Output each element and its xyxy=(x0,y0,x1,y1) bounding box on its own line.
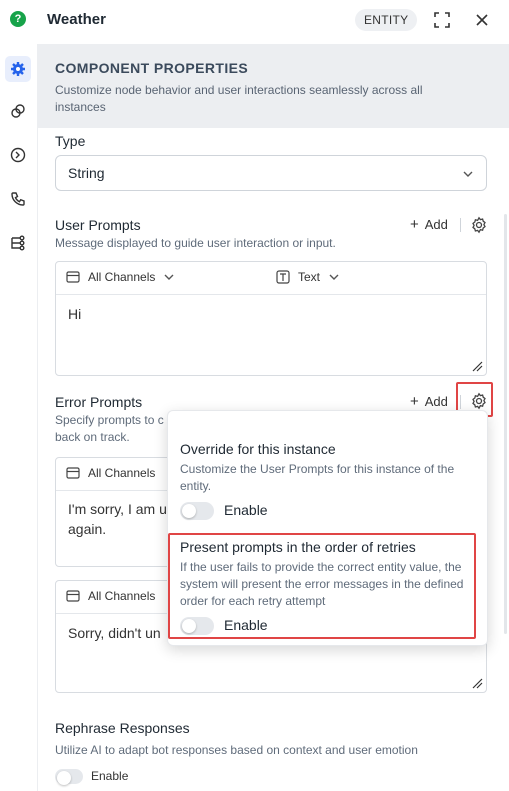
user-prompt-editor: All Channels Text Hi xyxy=(55,261,487,376)
prompt-settings-popover: Override for this instance Customize the… xyxy=(167,410,488,646)
banner-description: Customize node behavior and user interac… xyxy=(55,83,423,114)
logo-glyph: ? xyxy=(14,13,22,25)
rephrase-title: Rephrase Responses xyxy=(55,720,190,736)
user-prompts-add-button[interactable]: + Add xyxy=(410,216,448,233)
channel-label: All Channels xyxy=(88,270,156,284)
banner-title: COMPONENT PROPERTIES xyxy=(55,60,249,76)
text-format-icon xyxy=(276,270,290,284)
user-prompts-title: User Prompts xyxy=(55,217,141,233)
retry-order-highlight-box xyxy=(168,533,476,639)
panel-title: Weather xyxy=(47,11,106,28)
error-prompt-text-1-line1: I'm sorry, I am ur xyxy=(68,501,172,517)
type-select-value: String xyxy=(68,165,105,181)
error-prompts-title: Error Prompts xyxy=(55,394,143,410)
rail-item-connections[interactable] xyxy=(5,98,31,124)
gear-icon xyxy=(11,62,25,76)
prompt-toolbar: All Channels Text xyxy=(56,262,486,295)
resize-handle-icon[interactable] xyxy=(471,360,483,372)
channel-select[interactable]: All Channels xyxy=(66,589,155,603)
rephrase-enable-label: Enable xyxy=(91,769,129,783)
add-label: Add xyxy=(424,394,448,409)
rail-item-flows[interactable] xyxy=(5,230,31,256)
override-enable-label: Enable xyxy=(224,502,268,518)
card-icon xyxy=(66,590,80,602)
error-prompt-text-1-line2: again. xyxy=(68,521,107,537)
error-prompt-text-1[interactable]: I'm sorry, I am ur again. xyxy=(68,499,172,539)
error-prompts-description-line2: back on track. xyxy=(55,430,130,444)
override-description: Customize the User Prompts for this inst… xyxy=(180,462,455,493)
channel-label: All Channels xyxy=(88,589,156,603)
type-label: Type xyxy=(55,133,86,149)
history-icon xyxy=(10,147,26,163)
card-icon xyxy=(66,271,80,283)
channel-select[interactable]: All Channels xyxy=(66,466,155,480)
card-icon xyxy=(66,467,80,479)
chevron-down-icon xyxy=(164,274,174,280)
entity-badge: ENTITY xyxy=(355,9,418,31)
format-select[interactable]: Text xyxy=(276,270,340,284)
rail-item-history[interactable] xyxy=(5,142,31,168)
add-label: Add xyxy=(424,217,448,232)
chevron-down-icon xyxy=(329,274,339,280)
user-prompts-description: Message displayed to guide user interact… xyxy=(55,236,336,250)
close-icon[interactable] xyxy=(472,10,492,30)
override-title: Override for this instance xyxy=(180,441,336,457)
rail-item-settings[interactable] xyxy=(5,56,31,82)
app-logo: ? xyxy=(10,11,26,27)
expand-icon[interactable] xyxy=(432,10,452,30)
channel-select[interactable]: All Channels xyxy=(66,270,175,284)
channel-label: All Channels xyxy=(88,466,156,480)
left-rail xyxy=(0,44,38,791)
phone-icon xyxy=(11,192,25,206)
type-select[interactable]: String xyxy=(55,155,487,191)
error-prompt-text-2[interactable]: Sorry, didn't un xyxy=(68,623,161,643)
rephrase-toggle[interactable] xyxy=(55,769,83,785)
error-prompts-description-line1: Specify prompts to c xyxy=(55,413,164,427)
component-properties-banner: COMPONENT PROPERTIES Customize node beha… xyxy=(38,44,509,128)
override-toggle[interactable] xyxy=(180,502,214,520)
link-icon xyxy=(11,104,25,118)
resize-handle-icon[interactable] xyxy=(471,677,483,689)
user-prompt-text[interactable]: Hi xyxy=(68,304,81,324)
error-prompts-add-button[interactable]: + Add xyxy=(410,393,448,410)
rephrase-description: Utilize AI to adapt bot responses based … xyxy=(55,743,418,757)
flow-icon xyxy=(11,235,25,251)
rail-item-voice[interactable] xyxy=(5,186,31,212)
user-prompts-settings-icon[interactable] xyxy=(470,216,488,234)
panel-header: ? Weather ENTITY xyxy=(0,0,509,44)
divider xyxy=(460,218,461,232)
chevron-down-icon xyxy=(463,171,473,177)
scrollbar[interactable] xyxy=(504,214,507,634)
format-label: Text xyxy=(298,270,321,284)
